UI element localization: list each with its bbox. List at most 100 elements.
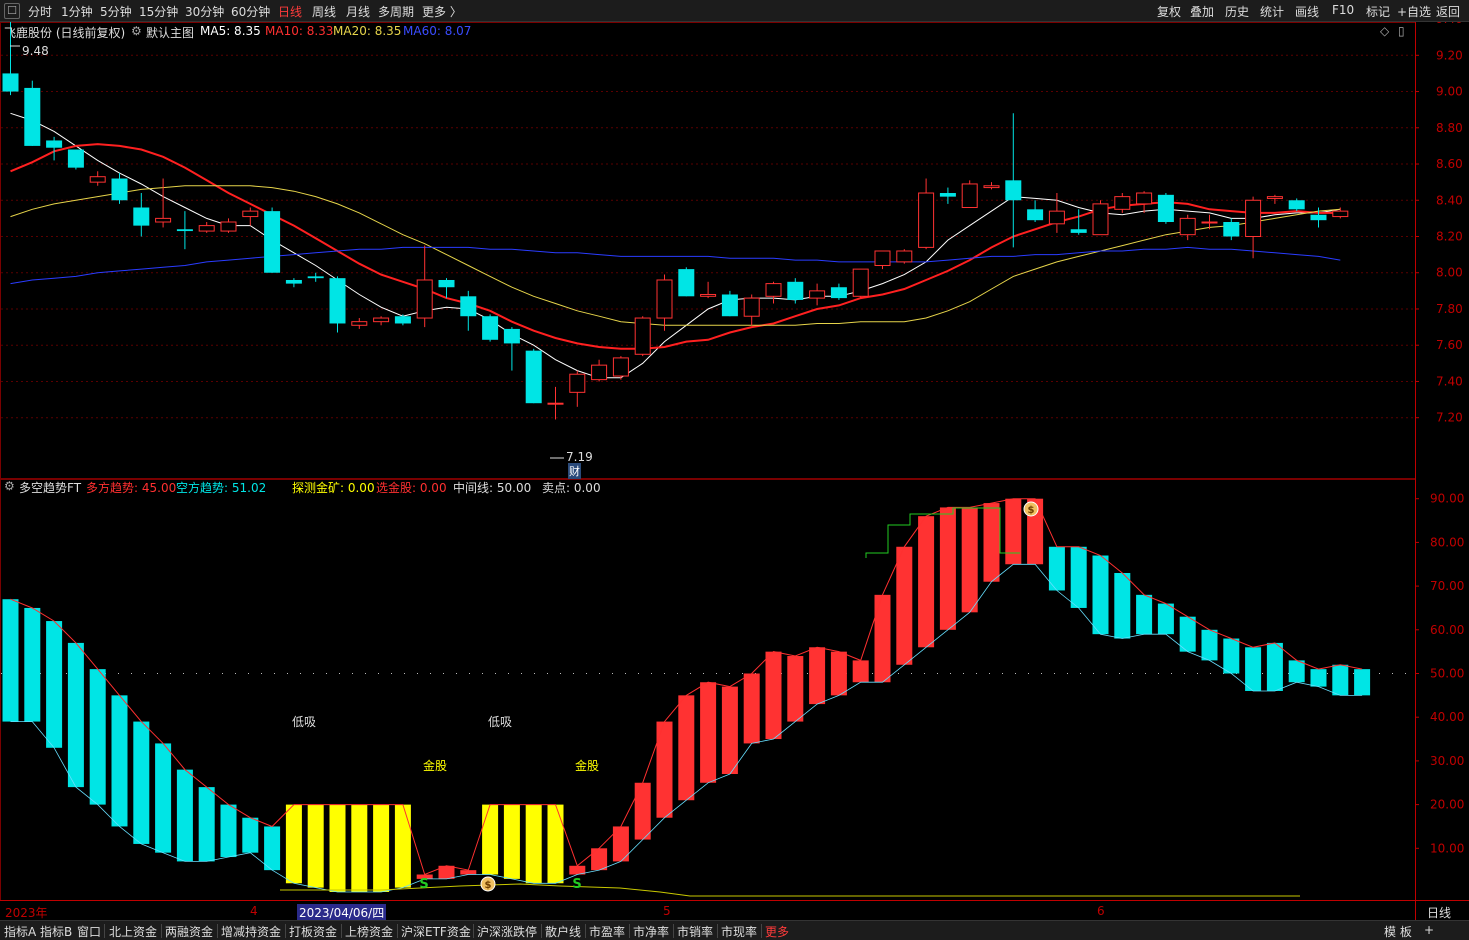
period-indicator[interactable]: 日线 [1427, 904, 1451, 921]
tab-period[interactable]: 60分钟 [231, 3, 270, 20]
tab-period[interactable]: 5分钟 [100, 3, 132, 20]
x-axis-label: 5 [663, 904, 671, 918]
candle-body [220, 221, 237, 232]
candle-body [1005, 180, 1022, 201]
candle-body [1201, 221, 1218, 224]
tool-button[interactable]: 画线 [1295, 3, 1319, 20]
tab-more[interactable]: 更多 [765, 923, 789, 940]
candle-body [809, 290, 826, 299]
chart-area[interactable]: 7.20 7.40 7.60 7.80 8.00 8.20 8.40 8.60 8.80 9.00… [0, 22, 1469, 921]
gear-icon[interactable]: ⚙ [131, 24, 142, 38]
tool-button[interactable]: 历史 [1225, 3, 1249, 20]
tab-period[interactable]: 30分钟 [185, 3, 224, 20]
x-axis-label: 2023年 [5, 906, 48, 920]
trend-bar [1354, 669, 1371, 696]
trend-bar [874, 594, 891, 683]
tool-button[interactable]: 复权 [1157, 3, 1181, 20]
finance-badge[interactable]: 财 [568, 463, 581, 479]
ma-line-ma20 [10, 185, 1341, 326]
candle-body [1332, 210, 1349, 218]
tab-indicator[interactable]: 市盈率 [589, 923, 625, 940]
candle-body [961, 183, 978, 209]
tab-indicator[interactable]: 上榜资金 [345, 923, 393, 940]
tab-period-active[interactable]: 日线 [278, 3, 302, 20]
tab-separator [761, 924, 762, 938]
trend-bar [329, 804, 346, 892]
trend-bar [591, 848, 608, 871]
candle-body [482, 316, 499, 340]
candle-body [939, 193, 956, 197]
tab-separator [397, 924, 398, 938]
candle-body [89, 176, 106, 183]
trend-bar [394, 804, 411, 888]
high-marker: 9.48 [22, 44, 49, 58]
panel-icon[interactable]: ▯ [1398, 24, 1405, 38]
tab-period[interactable]: 15分钟 [139, 3, 178, 20]
sub-ytick-label: 70.00 [1430, 579, 1464, 593]
tab-period[interactable]: 周线 [312, 3, 336, 20]
tab-indicator[interactable]: 北上资金 [109, 923, 157, 940]
tool-button[interactable]: 叠加 [1190, 3, 1214, 20]
trend-bar [743, 673, 760, 744]
trend-bar [482, 804, 499, 875]
tab-indicator[interactable]: 市净率 [633, 923, 669, 940]
ma10-label: MA10: 8.33 [265, 24, 334, 38]
tab-indicator[interactable]: 沪深ETF资金 [401, 923, 471, 940]
tab-indicator[interactable]: 窗口 [77, 923, 101, 940]
tab-period[interactable]: 月线 [346, 3, 370, 20]
chart-canvas[interactable]: 7.20 7.40 7.60 7.80 8.00 8.20 8.40 8.60 8.80 9.00… [0, 22, 1469, 920]
trend-bar [809, 647, 826, 705]
candle-body [416, 279, 433, 319]
candle-body [329, 278, 346, 324]
candle-body [2, 73, 19, 92]
tool-button[interactable]: 返回 [1436, 3, 1460, 20]
ma-line-ma5 [10, 112, 1341, 379]
trend-bar [220, 804, 237, 858]
main-ytick-label: 8.60 [1436, 157, 1463, 171]
candle-body [1245, 199, 1262, 237]
sub-ytick-label: 80.00 [1430, 535, 1464, 549]
x-axis-label: 6 [1097, 904, 1105, 918]
trend-bar [1332, 664, 1349, 696]
tab-period[interactable]: 分时 [28, 3, 52, 20]
trend-bar [111, 695, 128, 827]
tab-indicator[interactable]: 指标A [4, 923, 36, 940]
tab-separator [585, 924, 586, 938]
candle-body [460, 296, 477, 317]
tool-button[interactable]: +自选 [1397, 3, 1431, 20]
tab-indicator[interactable]: 打板资金 [289, 923, 337, 940]
sub-ytick-label: 20.00 [1430, 798, 1464, 812]
tool-button[interactable]: F10 [1332, 3, 1354, 17]
trend-bar [46, 621, 63, 748]
candle-body [133, 207, 150, 226]
tab-indicator[interactable]: 增减持资金 [221, 923, 281, 940]
main-ytick-label: 9.40 [1436, 22, 1463, 26]
indicator-name[interactable]: 多空趋势FT [19, 479, 81, 496]
tab-separator [629, 924, 630, 938]
template-button[interactable]: 模 板 [1384, 923, 1412, 940]
indicator-gear-icon[interactable]: ⚙ [4, 479, 15, 493]
trend-bar [155, 743, 172, 853]
bear-trend-label: 空方趋势: 51.02 [176, 481, 267, 495]
candle-body [67, 149, 84, 168]
tab-indicator[interactable]: 沪深涨跌停 [477, 923, 537, 940]
tab-indicator[interactable]: 市现率 [721, 923, 757, 940]
tab-indicator[interactable]: 散户线 [545, 923, 581, 940]
tab-indicator[interactable]: 市销率 [677, 923, 713, 940]
tool-button[interactable]: 标记 [1366, 3, 1390, 20]
candle-body [525, 350, 542, 404]
add-button[interactable]: + [1424, 923, 1434, 937]
tab-indicator[interactable]: 指标B [40, 923, 72, 940]
tab-indicator[interactable]: 两融资金 [165, 923, 213, 940]
trend-bar [918, 516, 935, 648]
diamond-icon[interactable]: ◇ [1380, 24, 1389, 38]
back-arrow-icon[interactable]: ☐ [4, 3, 20, 19]
tab-period[interactable]: 1分钟 [61, 3, 93, 20]
tool-button[interactable]: 统计 [1260, 3, 1284, 20]
trend-bar [896, 546, 913, 665]
ma-line-ma60 [10, 246, 1341, 285]
tab-period[interactable]: 多周期 [378, 3, 414, 20]
tab-more[interactable]: 更多 〉 [422, 3, 462, 20]
template-label[interactable]: 默认主图 [146, 24, 194, 41]
tab-separator [717, 924, 718, 938]
